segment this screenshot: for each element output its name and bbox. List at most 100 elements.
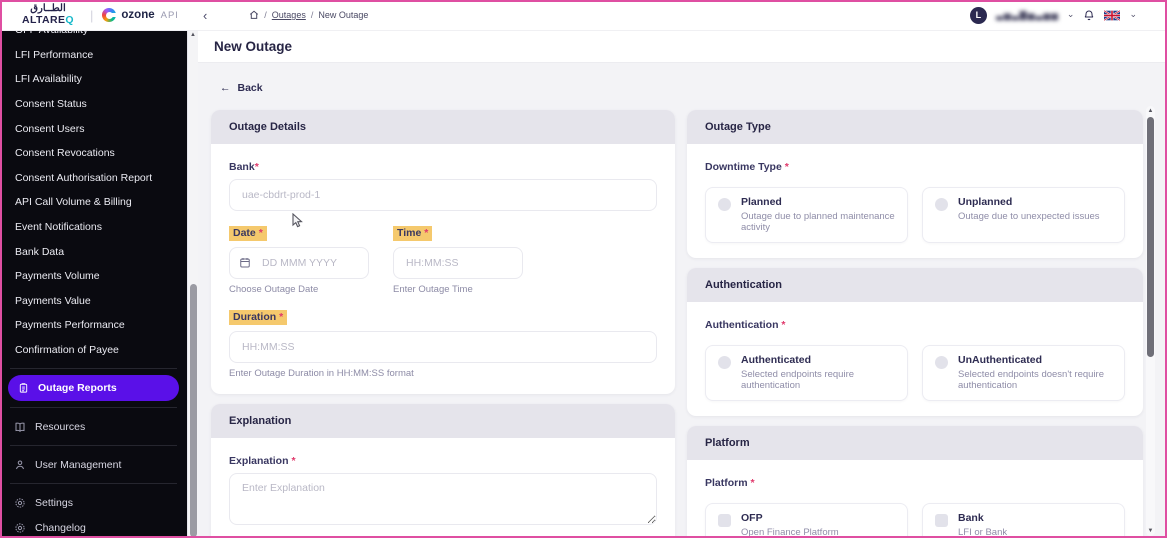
top-bar: الطــارق ALTAREQ | ozone API ‹ / Outages… — [0, 0, 1167, 31]
user-avatar[interactable]: L — [969, 6, 987, 24]
option-description: LFI or Bank — [958, 527, 1008, 538]
right-column: Outage Type Downtime Type * Planned Outa… — [687, 110, 1143, 538]
option-bank[interactable]: Bank LFI or Bank — [922, 503, 1125, 538]
option-ofp[interactable]: OFP Open Finance Platform — [705, 503, 908, 538]
top-bar-right: L ▃▅▃▇▅▃▅▅ ⌄ ⌄ — [969, 6, 1167, 24]
explanation-label: Explanation * — [229, 455, 296, 467]
required-asterisk: * — [784, 161, 789, 173]
notifications-bell-icon[interactable] — [1083, 9, 1095, 22]
time-label-highlighted: Time * — [393, 226, 433, 241]
outage-details-card: Outage Details Bank* Date * — [211, 110, 675, 394]
duration-helper-text: Enter Outage Duration in HH:MM:SS format — [229, 368, 414, 379]
sidebar-item-resources[interactable]: Resources — [0, 414, 187, 439]
sidebar-divider — [10, 483, 177, 485]
sidebar-item-outage-reports-active[interactable]: Outage Reports — [8, 375, 179, 402]
radio-unselected-icon[interactable] — [718, 198, 731, 211]
sidebar-item-lfi-availability[interactable]: LFI Availability — [0, 67, 187, 92]
explanation-textarea[interactable] — [229, 473, 657, 525]
sidebar-item-payments-performance[interactable]: Payments Performance — [0, 313, 187, 338]
sidebar-item-consent-status[interactable]: Consent Status — [0, 92, 187, 117]
back-label: Back — [237, 82, 263, 94]
outage-type-body: Downtime Type * Planned Outage due to pl… — [687, 144, 1143, 258]
platform-header: Platform — [687, 426, 1143, 460]
platform-card: Platform Platform * OFP Open Finance Pla… — [687, 426, 1143, 538]
bank-label: Bank* — [229, 161, 259, 173]
back-arrow-icon: ← — [220, 82, 231, 94]
scroll-up-arrow-icon[interactable]: ▲ — [1146, 108, 1155, 114]
clipboard-icon — [19, 383, 28, 393]
calendar-icon[interactable] — [239, 256, 251, 274]
sidebar-item-consent-users[interactable]: Consent Users — [0, 116, 187, 141]
checkbox-unchecked-icon[interactable] — [935, 514, 948, 527]
sidebar-scrollbar-thumb[interactable] — [189, 284, 197, 537]
language-chevron-down-icon[interactable]: ⌄ — [1129, 9, 1137, 19]
date-field: Date * Choose Outage Date — [229, 223, 369, 295]
explanation-card: Explanation Explanation * Enter Explanat… — [211, 404, 675, 538]
sidebar-item-label: Changelog — [35, 521, 86, 534]
sidebar-item-event-notifications[interactable]: Event Notifications — [0, 215, 187, 240]
home-icon[interactable] — [249, 10, 259, 20]
option-authenticated[interactable]: Authenticated Selected endpoints require… — [705, 345, 908, 401]
sidebar-item-changelog[interactable]: Changelog — [0, 515, 187, 538]
date-label-highlighted: Date * — [229, 226, 267, 241]
option-description: Outage due to planned maintenance activi… — [741, 211, 895, 233]
authentication-header: Authentication — [687, 268, 1143, 302]
sidebar-item-lfi-performance[interactable]: LFI Performance — [0, 43, 187, 68]
main-scrollbar-thumb[interactable] — [1147, 117, 1154, 357]
time-helper-text: Enter Outage Time — [393, 284, 473, 295]
ozone-suffix: API — [160, 9, 179, 21]
sidebar-scrollbar[interactable]: ▲ — [187, 30, 198, 538]
option-planned[interactable]: Planned Outage due to planned maintenanc… — [705, 187, 908, 243]
option-unauthenticated[interactable]: UnAuthenticated Selected endpoints doesn… — [922, 345, 1125, 401]
breadcrumb: / Outages / New Outage — [249, 10, 368, 20]
duration-field: Duration * Enter Outage Duration in HH:M… — [229, 307, 657, 379]
app-screen: الطــارق ALTAREQ | ozone API ‹ / Outages… — [0, 0, 1167, 538]
authentication-label: Authentication * — [705, 319, 786, 331]
outage-details-body: Bank* Date * C — [211, 144, 675, 394]
form-cards-grid: Outage Details Bank* Date * — [211, 110, 1143, 538]
back-button[interactable]: ← Back — [220, 82, 263, 94]
authentication-body: Authentication * Authenticated Selected … — [687, 302, 1143, 416]
sidebar-item-label: Outage Reports — [38, 382, 117, 395]
book-icon — [15, 422, 25, 432]
radio-unselected-icon[interactable] — [935, 356, 948, 369]
main-scrollbar[interactable]: ▲ ▼ — [1146, 106, 1155, 536]
sidebar-collapse-chevron[interactable]: ‹ — [203, 9, 207, 22]
scroll-down-arrow-icon[interactable]: ▼ — [1146, 528, 1155, 534]
sidebar-item-label: User Management — [35, 458, 122, 471]
time-input[interactable] — [393, 247, 523, 279]
sidebar-item-settings[interactable]: Settings — [0, 490, 187, 515]
page-title: New Outage — [214, 38, 293, 54]
bank-input[interactable] — [229, 179, 657, 211]
page-title-band: New Outage — [198, 30, 1167, 63]
user-menu-chevron-down-icon[interactable]: ⌄ — [1067, 9, 1075, 19]
authentication-card: Authentication Authentication * Authenti… — [687, 268, 1143, 416]
sidebar-item-payments-volume[interactable]: Payments Volume — [0, 264, 187, 289]
radio-unselected-icon[interactable] — [935, 198, 948, 211]
platform-body: Platform * OFP Open Finance Platform Ban… — [687, 460, 1143, 538]
duration-input[interactable] — [229, 331, 657, 363]
sidebar-item-confirmation-of-payee[interactable]: Confirmation of Payee — [0, 338, 187, 363]
radio-unselected-icon[interactable] — [718, 356, 731, 369]
option-unplanned[interactable]: Unplanned Outage due to unexpected issue… — [922, 187, 1125, 243]
checkbox-unchecked-icon[interactable] — [718, 514, 731, 527]
breadcrumb-separator: / — [310, 10, 314, 20]
sidebar-nav: OFP Availability LFI Performance LFI Ava… — [0, 30, 187, 538]
sidebar-item-payments-value[interactable]: Payments Value — [0, 289, 187, 314]
sidebar-item-bank-data[interactable]: Bank Data — [0, 239, 187, 264]
option-title: Authenticated — [741, 354, 812, 366]
sidebar-item-consent-authorisation-report[interactable]: Consent Authorisation Report — [0, 166, 187, 191]
breadcrumb-link-outages[interactable]: Outages — [272, 10, 306, 20]
scroll-up-arrow-icon[interactable]: ▲ — [188, 32, 198, 38]
left-column: Outage Details Bank* Date * — [211, 110, 675, 538]
explanation-body: Explanation * Enter Explanation — [211, 438, 675, 538]
language-flag-icon[interactable] — [1104, 9, 1121, 21]
sidebar-item-label: Resources — [35, 420, 86, 433]
required-asterisk: * — [424, 227, 429, 239]
sidebar-item-ofp-availability[interactable]: OFP Availability — [0, 30, 187, 43]
sidebar-item-consent-revocations[interactable]: Consent Revocations — [0, 141, 187, 166]
main-content: New Outage ← Back Outage Details Bank* u… — [198, 30, 1167, 538]
sidebar-item-api-call-volume-billing[interactable]: API Call Volume & Billing — [0, 190, 187, 215]
sidebar-item-user-management[interactable]: User Management — [0, 452, 187, 477]
option-title: Planned — [741, 196, 782, 208]
